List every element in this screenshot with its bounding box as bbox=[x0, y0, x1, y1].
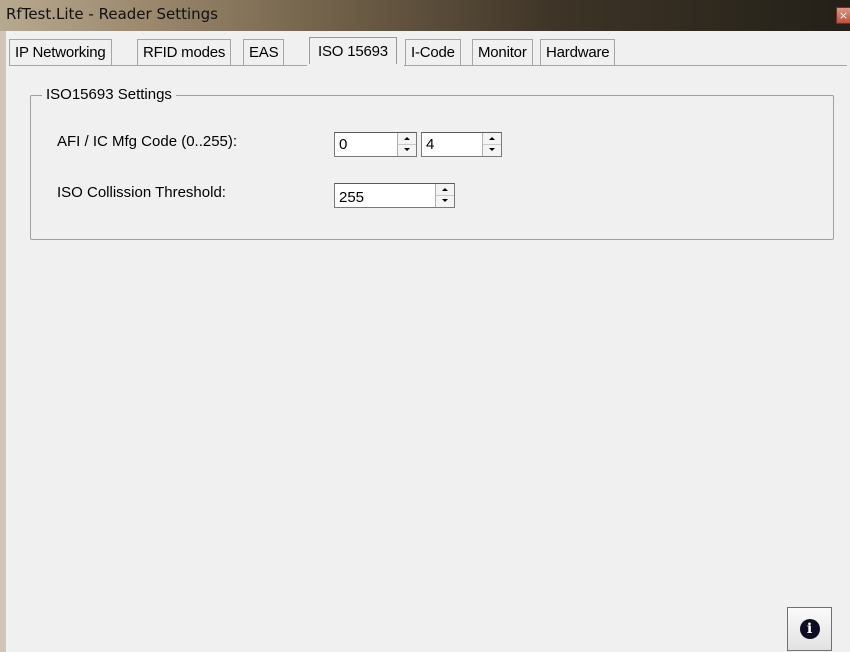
collision-threshold-spinner[interactable]: 255 bbox=[334, 183, 455, 208]
tab-i-code[interactable]: I-Code bbox=[405, 39, 461, 65]
afi-decrement-button[interactable] bbox=[398, 144, 416, 155]
mfg-code-value[interactable]: 4 bbox=[426, 136, 434, 153]
mfg-spinner-buttons bbox=[482, 133, 501, 156]
afi-mfg-label: AFI / IC Mfg Code (0..255): bbox=[57, 133, 238, 150]
arrow-up-icon bbox=[489, 137, 495, 140]
afi-spinner[interactable]: 0 bbox=[334, 132, 417, 157]
collision-threshold-value[interactable]: 255 bbox=[339, 189, 364, 206]
tab-iso-15693[interactable]: ISO 15693 bbox=[309, 37, 397, 66]
tab-panel-border bbox=[9, 65, 847, 66]
threshold-decrement-button[interactable] bbox=[436, 195, 454, 206]
arrow-up-icon bbox=[404, 137, 410, 140]
mfg-code-spinner[interactable]: 4 bbox=[421, 132, 502, 157]
tab-eas[interactable]: EAS bbox=[243, 39, 285, 65]
mfg-decrement-button[interactable] bbox=[483, 144, 501, 155]
group-title: ISO15693 Settings bbox=[42, 86, 176, 103]
tab-rfid-modes[interactable]: RFID modes bbox=[137, 39, 232, 65]
tab-monitor[interactable]: Monitor bbox=[472, 39, 533, 65]
window-title: RfTest.Lite - Reader Settings bbox=[6, 5, 218, 23]
iso15693-settings-group bbox=[30, 95, 834, 240]
tab-ip-networking[interactable]: IP Networking bbox=[9, 39, 112, 65]
threshold-spinner-buttons bbox=[435, 184, 454, 207]
arrow-down-icon bbox=[442, 199, 448, 202]
afi-value[interactable]: 0 bbox=[339, 136, 347, 153]
info-button[interactable]: i bbox=[787, 607, 832, 651]
title-bar: RfTest.Lite - Reader Settings × bbox=[0, 0, 850, 31]
arrow-up-icon bbox=[442, 188, 448, 191]
collision-threshold-label: ISO Collission Threshold: bbox=[57, 184, 226, 201]
afi-spinner-buttons bbox=[397, 133, 416, 156]
tab-hardware[interactable]: Hardware bbox=[540, 39, 616, 65]
arrow-down-icon bbox=[404, 148, 410, 151]
close-icon[interactable]: × bbox=[836, 7, 850, 24]
info-icon: i bbox=[799, 619, 820, 639]
arrow-down-icon bbox=[489, 148, 495, 151]
